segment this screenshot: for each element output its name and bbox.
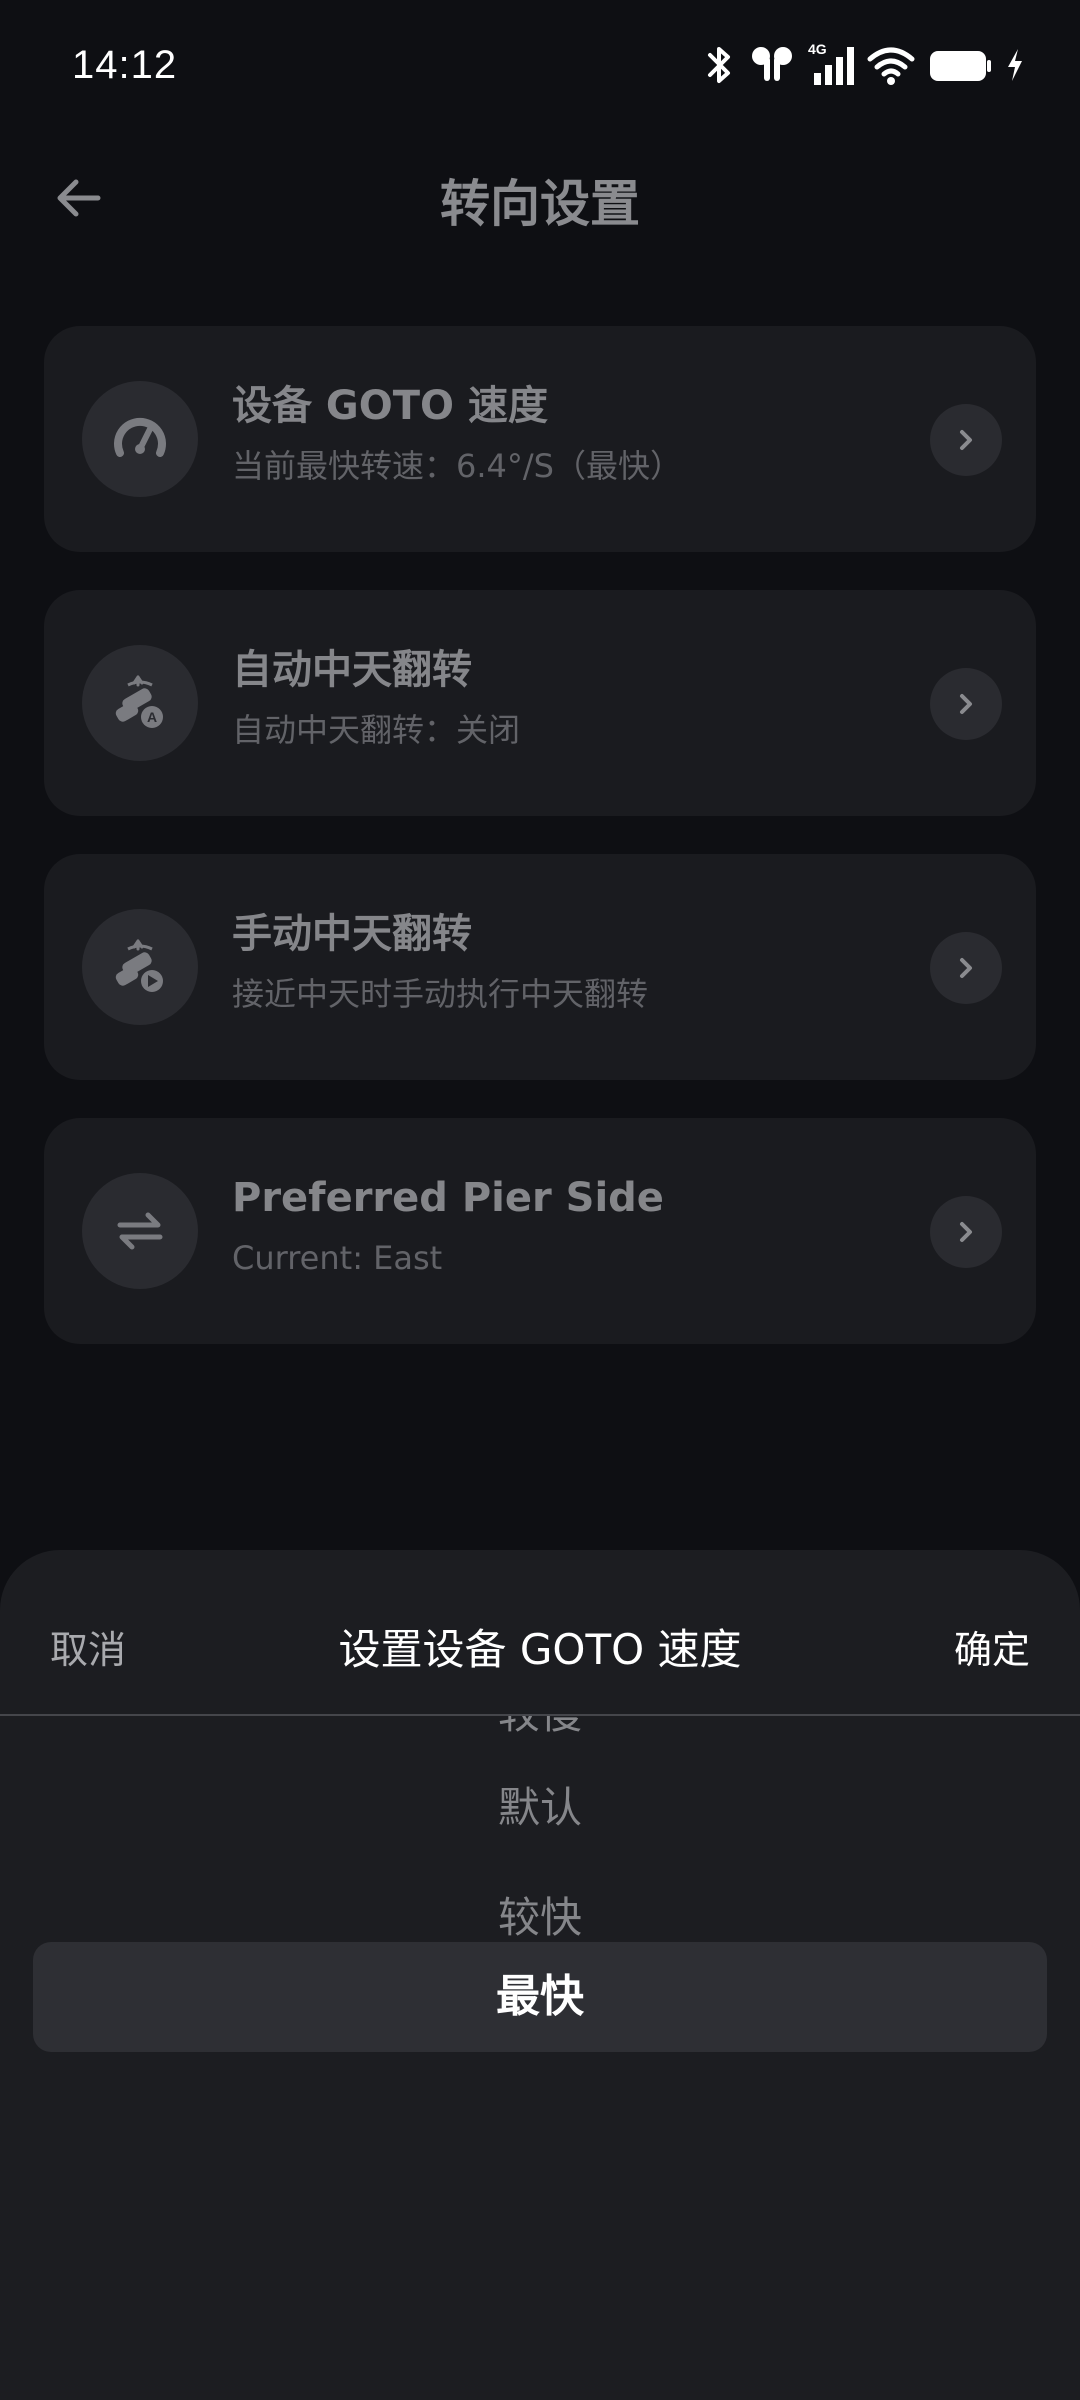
picker-option[interactable]: 默认 xyxy=(0,1778,1080,1838)
chevron-right-icon[interactable] xyxy=(930,668,1002,740)
picker-option[interactable]: 较快 xyxy=(0,1888,1080,1948)
card-title: 自动中天翻转 xyxy=(232,647,472,693)
manual-meridian-flip-card[interactable]: 手动中天翻转 接近中天时手动执行中天翻转 xyxy=(44,854,1036,1080)
chevron-right-icon[interactable] xyxy=(930,404,1002,476)
picker-option-selected[interactable]: 最快 xyxy=(0,1967,1080,2027)
sheet-header: 取消 设置设备 GOTO 速度 确定 xyxy=(0,1550,1080,1716)
sheet-title: 设置设备 GOTO 速度 xyxy=(338,1625,742,1674)
page-title: 转向设置 xyxy=(440,175,640,233)
auto-meridian-flip-card[interactable]: A 自动中天翻转 自动中天翻转：关闭 xyxy=(44,590,1036,816)
preferred-pier-side-card[interactable]: Preferred Pier Side Current: East xyxy=(44,1118,1036,1344)
telescope-auto-icon: A xyxy=(82,645,198,761)
card-subtitle: 自动中天翻转：关闭 xyxy=(232,711,521,749)
svg-text:A: A xyxy=(147,709,157,725)
card-subtitle: Current: East xyxy=(232,1239,443,1277)
swap-arrows-icon xyxy=(82,1173,198,1289)
speedometer-icon xyxy=(82,381,198,497)
speed-picker[interactable]: 较慢 默认 较快 最快 xyxy=(0,1716,1080,2400)
goto-speed-bottom-sheet: 取消 设置设备 GOTO 速度 确定 较慢 默认 较快 最快 xyxy=(0,1550,1080,2400)
confirm-button[interactable]: 确定 xyxy=(954,1626,1030,1674)
card-subtitle: 当前最快转速：6.4°/S（最快） xyxy=(232,447,682,485)
picker-option[interactable]: 较慢 xyxy=(0,1716,1080,1744)
chevron-right-icon[interactable] xyxy=(930,1196,1002,1268)
goto-speed-card[interactable]: 设备 GOTO 速度 当前最快转速：6.4°/S（最快） xyxy=(44,326,1036,552)
app-header: 转向设置 xyxy=(0,130,1080,270)
card-title: 手动中天翻转 xyxy=(232,911,472,957)
arrow-left-icon xyxy=(52,172,104,228)
card-title: Preferred Pier Side xyxy=(232,1175,664,1221)
card-subtitle: 接近中天时手动执行中天翻转 xyxy=(232,975,649,1013)
chevron-right-icon[interactable] xyxy=(930,932,1002,1004)
back-button[interactable] xyxy=(46,168,110,232)
card-title: 设备 GOTO 速度 xyxy=(232,383,548,429)
telescope-manual-icon xyxy=(82,909,198,1025)
